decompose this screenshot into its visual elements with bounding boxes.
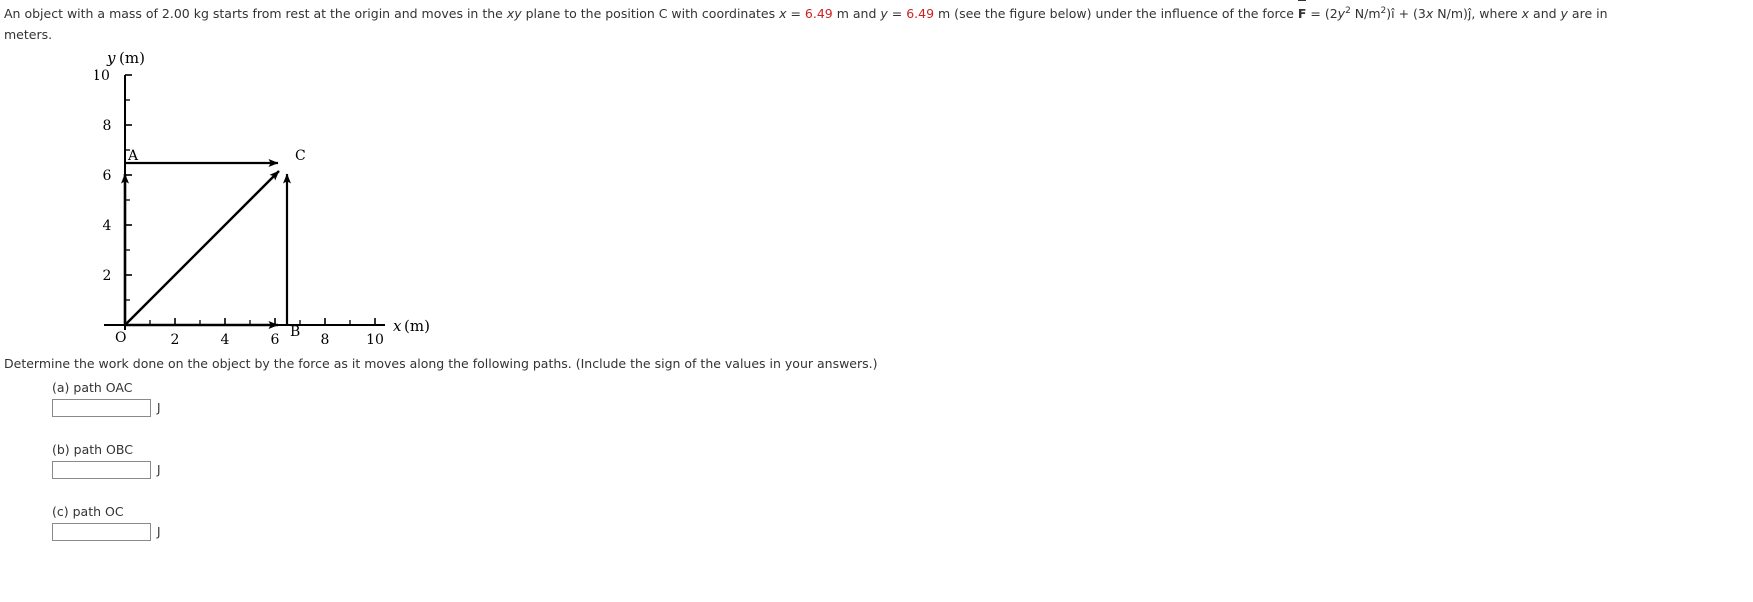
x-tick-label-6: 6: [271, 332, 280, 348]
answer-label-b: (b) path OBC: [52, 442, 133, 457]
y-axis-title: y: [106, 49, 116, 67]
answer-row-b: J: [52, 461, 472, 479]
point-a-label: A: [127, 148, 139, 164]
y-tick-label-2: 2: [103, 268, 112, 284]
problem-statement: An object with a mass of 2.00 kg starts …: [4, 0, 1749, 45]
question-prompt: Determine the work done on the object by…: [4, 356, 878, 371]
problem-text-part1: An object with a mass of 2.00 kg starts …: [4, 6, 507, 21]
point-c-label: C: [295, 148, 306, 164]
y-tick-label-8: 8: [103, 118, 112, 134]
force-vector-symbol: F: [1297, 0, 1306, 24]
equals-2: =: [887, 6, 907, 21]
answer-block-a: (a) path OAC J: [52, 380, 472, 417]
path-segment-OC: [124, 170, 280, 326]
y-tick-label-4: 4: [103, 218, 112, 234]
answer-label-a: (a) path OAC: [52, 380, 133, 395]
force-y-symbol: y: [1337, 6, 1346, 21]
answer-input-path-oac[interactable]: [52, 399, 151, 417]
answer-list: (a) path OAC J (b) path OBC J (c) path O…: [52, 380, 472, 566]
answer-row-a: J: [52, 399, 472, 417]
force-i-hat-term: )î + (3: [1386, 6, 1426, 21]
equals-1: =: [786, 6, 805, 21]
answer-row-c: J: [52, 523, 472, 541]
answer-label-c: (c) path OC: [52, 504, 124, 519]
problem-text-part3: m (see the figure below) under the influ…: [934, 6, 1298, 21]
problem-text-part4: where: [1475, 6, 1522, 21]
problem-text-part6: are in: [1567, 6, 1608, 21]
y-value: 6.49: [906, 6, 935, 21]
unit-m-1: m and: [832, 6, 881, 21]
origin-label: O: [115, 330, 126, 346]
point-b-label: B: [290, 324, 300, 340]
answer-unit-a: J: [157, 401, 161, 415]
force-units-1: N/m: [1350, 6, 1381, 21]
xy-plane-symbol: xy: [506, 6, 522, 21]
y-tick-label-10: 10: [95, 68, 110, 84]
problem-text-part5: and: [1529, 6, 1561, 21]
x-tick-label-10: 10: [366, 332, 384, 348]
problem-text-part2: plane to the position C with coordinates: [521, 6, 780, 21]
force-j-hat-term: N/m)ĵ,: [1433, 6, 1476, 21]
coordinate-plane-figure: y (m) 10 8 6 4 2 2 4 6 8 10 x (m) O A B …: [95, 46, 475, 351]
x-value: 6.49: [804, 6, 833, 21]
svg-text:(m): (m): [404, 317, 430, 335]
where-x-symbol: x: [1521, 6, 1530, 21]
answer-input-path-oc[interactable]: [52, 523, 151, 541]
x-symbol: x: [779, 6, 787, 21]
svg-text:(m): (m): [119, 49, 145, 67]
where-y-symbol: y: [1560, 6, 1568, 21]
y-tick-label-6: 6: [103, 168, 112, 184]
answer-block-c: (c) path OC J: [52, 504, 472, 541]
answer-unit-c: J: [157, 525, 161, 539]
x-axis-title: x: [393, 317, 402, 335]
x-tick-label-4: 4: [221, 332, 230, 348]
force-equation-open: = (2: [1306, 6, 1338, 21]
x-tick-label-8: 8: [321, 332, 330, 348]
answer-unit-b: J: [157, 463, 161, 477]
x-tick-label-2: 2: [171, 332, 180, 348]
answer-block-b: (b) path OBC J: [52, 442, 472, 479]
answer-input-path-obc[interactable]: [52, 461, 151, 479]
y-symbol: y: [880, 6, 888, 21]
problem-text-line2: meters.: [4, 27, 53, 42]
